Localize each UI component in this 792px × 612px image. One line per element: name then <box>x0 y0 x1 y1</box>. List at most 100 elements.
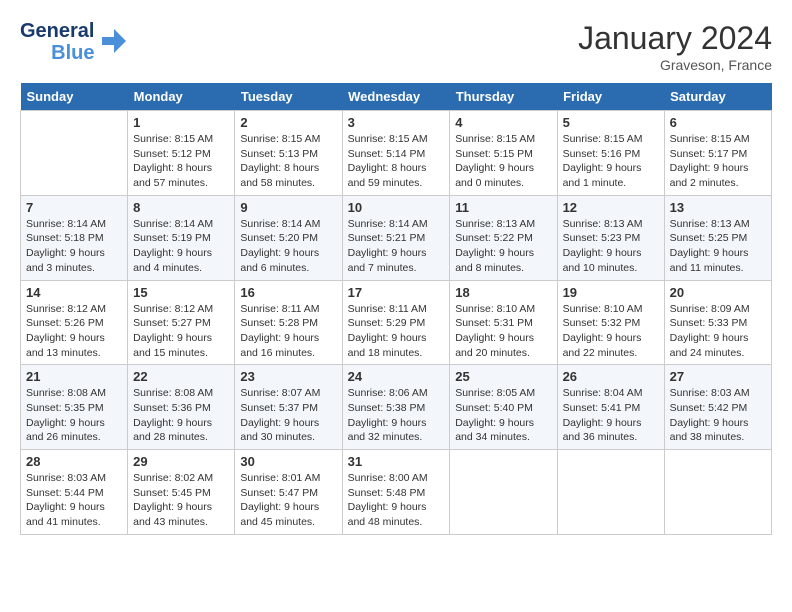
day-number: 7 <box>26 200 122 215</box>
calendar-table: SundayMondayTuesdayWednesdayThursdayFrid… <box>20 83 772 535</box>
day-info: Sunrise: 8:14 AMSunset: 5:20 PMDaylight:… <box>240 217 336 276</box>
day-number: 26 <box>563 369 659 384</box>
day-number: 8 <box>133 200 229 215</box>
calendar-cell: 12 Sunrise: 8:13 AMSunset: 5:23 PMDayligh… <box>557 195 664 280</box>
day-number: 11 <box>455 200 551 215</box>
calendar-cell: 8 Sunrise: 8:14 AMSunset: 5:19 PMDaylight… <box>128 195 235 280</box>
day-number: 6 <box>670 115 766 130</box>
logo: General Blue <box>20 20 126 64</box>
day-number: 9 <box>240 200 336 215</box>
calendar-week-3: 21 Sunrise: 8:08 AMSunset: 5:35 PMDayligh… <box>21 365 772 450</box>
calendar-week-0: 1 Sunrise: 8:15 AMSunset: 5:12 PMDaylight… <box>21 111 772 196</box>
calendar-cell <box>21 111 128 196</box>
calendar-cell: 21 Sunrise: 8:08 AMSunset: 5:35 PMDayligh… <box>21 365 128 450</box>
day-info: Sunrise: 8:15 AMSunset: 5:17 PMDaylight:… <box>670 132 766 191</box>
day-info: Sunrise: 8:15 AMSunset: 5:13 PMDaylight:… <box>240 132 336 191</box>
calendar-cell: 20 Sunrise: 8:09 AMSunset: 5:33 PMDayligh… <box>664 280 771 365</box>
month-title: January 2024 <box>578 20 772 57</box>
calendar-cell: 26 Sunrise: 8:04 AMSunset: 5:41 PMDayligh… <box>557 365 664 450</box>
day-number: 19 <box>563 285 659 300</box>
calendar-cell: 9 Sunrise: 8:14 AMSunset: 5:20 PMDaylight… <box>235 195 342 280</box>
title-area: January 2024 Graveson, France <box>578 20 772 73</box>
logo-blue: Blue <box>51 42 94 64</box>
day-info: Sunrise: 8:10 AMSunset: 5:32 PMDaylight:… <box>563 302 659 361</box>
day-number: 13 <box>670 200 766 215</box>
calendar-cell: 18Sunrise: 8:10 AMSunset: 5:31 PMDayligh… <box>450 280 557 365</box>
day-number: 23 <box>240 369 336 384</box>
day-info: Sunrise: 8:08 AMSunset: 5:36 PMDaylight:… <box>133 386 229 445</box>
calendar-cell: 11Sunrise: 8:13 AMSunset: 5:22 PMDayligh… <box>450 195 557 280</box>
calendar-cell: 25 Sunrise: 8:05 AMSunset: 5:40 PMDayligh… <box>450 365 557 450</box>
col-header-wednesday: Wednesday <box>342 83 450 111</box>
calendar-cell: 5 Sunrise: 8:15 AMSunset: 5:16 PMDaylight… <box>557 111 664 196</box>
day-number: 24 <box>348 369 445 384</box>
calendar-week-1: 7 Sunrise: 8:14 AMSunset: 5:18 PMDaylight… <box>21 195 772 280</box>
day-info: Sunrise: 8:12 AMSunset: 5:26 PMDaylight:… <box>26 302 122 361</box>
day-number: 12 <box>563 200 659 215</box>
day-info: Sunrise: 8:05 AMSunset: 5:40 PMDaylight:… <box>455 386 551 445</box>
day-number: 1 <box>133 115 229 130</box>
day-info: Sunrise: 8:10 AMSunset: 5:31 PMDaylight:… <box>455 302 551 361</box>
calendar-cell: 10 Sunrise: 8:14 AMSunset: 5:21 PMDayligh… <box>342 195 450 280</box>
calendar-cell <box>557 450 664 535</box>
day-info: Sunrise: 8:03 AMSunset: 5:42 PMDaylight:… <box>670 386 766 445</box>
calendar-cell: 28Sunrise: 8:03 AMSunset: 5:44 PMDayligh… <box>21 450 128 535</box>
calendar-cell: 7 Sunrise: 8:14 AMSunset: 5:18 PMDaylight… <box>21 195 128 280</box>
day-info: Sunrise: 8:02 AMSunset: 5:45 PMDaylight:… <box>133 471 229 530</box>
day-number: 29 <box>133 454 229 469</box>
day-number: 21 <box>26 369 122 384</box>
calendar-cell: 30 Sunrise: 8:01 AMSunset: 5:47 PMDayligh… <box>235 450 342 535</box>
location: Graveson, France <box>578 57 772 73</box>
day-number: 25 <box>455 369 551 384</box>
day-number: 22 <box>133 369 229 384</box>
day-number: 31 <box>348 454 445 469</box>
day-info: Sunrise: 8:14 AMSunset: 5:21 PMDaylight:… <box>348 217 445 276</box>
calendar-cell: 14 Sunrise: 8:12 AMSunset: 5:26 PMDayligh… <box>21 280 128 365</box>
day-number: 30 <box>240 454 336 469</box>
calendar-cell: 19 Sunrise: 8:10 AMSunset: 5:32 PMDayligh… <box>557 280 664 365</box>
day-info: Sunrise: 8:15 AMSunset: 5:12 PMDaylight:… <box>133 132 229 191</box>
calendar-cell: 27 Sunrise: 8:03 AMSunset: 5:42 PMDayligh… <box>664 365 771 450</box>
day-info: Sunrise: 8:13 AMSunset: 5:23 PMDaylight:… <box>563 217 659 276</box>
day-info: Sunrise: 8:15 AMSunset: 5:15 PMDaylight:… <box>455 132 551 191</box>
day-info: Sunrise: 8:14 AMSunset: 5:19 PMDaylight:… <box>133 217 229 276</box>
calendar-cell: 13 Sunrise: 8:13 AMSunset: 5:25 PMDayligh… <box>664 195 771 280</box>
calendar-cell: 31 Sunrise: 8:00 AMSunset: 5:48 PMDayligh… <box>342 450 450 535</box>
day-info: Sunrise: 8:08 AMSunset: 5:35 PMDaylight:… <box>26 386 122 445</box>
day-number: 3 <box>348 115 445 130</box>
day-number: 17 <box>348 285 445 300</box>
day-info: Sunrise: 8:09 AMSunset: 5:33 PMDaylight:… <box>670 302 766 361</box>
day-number: 14 <box>26 285 122 300</box>
calendar-cell: 22 Sunrise: 8:08 AMSunset: 5:36 PMDayligh… <box>128 365 235 450</box>
day-info: Sunrise: 8:03 AMSunset: 5:44 PMDaylight:… <box>26 471 122 530</box>
calendar-cell: 17 Sunrise: 8:11 AMSunset: 5:29 PMDayligh… <box>342 280 450 365</box>
day-number: 5 <box>563 115 659 130</box>
calendar-cell: 16 Sunrise: 8:11 AMSunset: 5:28 PMDayligh… <box>235 280 342 365</box>
day-number: 20 <box>670 285 766 300</box>
day-info: Sunrise: 8:11 AMSunset: 5:29 PMDaylight:… <box>348 302 445 361</box>
day-info: Sunrise: 8:01 AMSunset: 5:47 PMDaylight:… <box>240 471 336 530</box>
calendar-cell: 3Sunrise: 8:15 AMSunset: 5:14 PMDaylight… <box>342 111 450 196</box>
day-number: 2 <box>240 115 336 130</box>
day-info: Sunrise: 8:15 AMSunset: 5:16 PMDaylight:… <box>563 132 659 191</box>
day-number: 10 <box>348 200 445 215</box>
calendar-week-4: 28Sunrise: 8:03 AMSunset: 5:44 PMDayligh… <box>21 450 772 535</box>
col-header-saturday: Saturday <box>664 83 771 111</box>
day-info: Sunrise: 8:04 AMSunset: 5:41 PMDaylight:… <box>563 386 659 445</box>
day-info: Sunrise: 8:11 AMSunset: 5:28 PMDaylight:… <box>240 302 336 361</box>
calendar-cell <box>664 450 771 535</box>
col-header-friday: Friday <box>557 83 664 111</box>
calendar-cell: 15Sunrise: 8:12 AMSunset: 5:27 PMDayligh… <box>128 280 235 365</box>
day-number: 27 <box>670 369 766 384</box>
calendar-cell: 23Sunrise: 8:07 AMSunset: 5:37 PMDayligh… <box>235 365 342 450</box>
col-header-tuesday: Tuesday <box>235 83 342 111</box>
day-info: Sunrise: 8:13 AMSunset: 5:25 PMDaylight:… <box>670 217 766 276</box>
day-info: Sunrise: 8:14 AMSunset: 5:18 PMDaylight:… <box>26 217 122 276</box>
day-info: Sunrise: 8:00 AMSunset: 5:48 PMDaylight:… <box>348 471 445 530</box>
day-info: Sunrise: 8:06 AMSunset: 5:38 PMDaylight:… <box>348 386 445 445</box>
calendar-cell: 29 Sunrise: 8:02 AMSunset: 5:45 PMDayligh… <box>128 450 235 535</box>
day-number: 16 <box>240 285 336 300</box>
day-info: Sunrise: 8:12 AMSunset: 5:27 PMDaylight:… <box>133 302 229 361</box>
page-header: General Blue January 2024 Graveson, Fran… <box>20 20 772 73</box>
logo-general: General <box>20 20 94 42</box>
